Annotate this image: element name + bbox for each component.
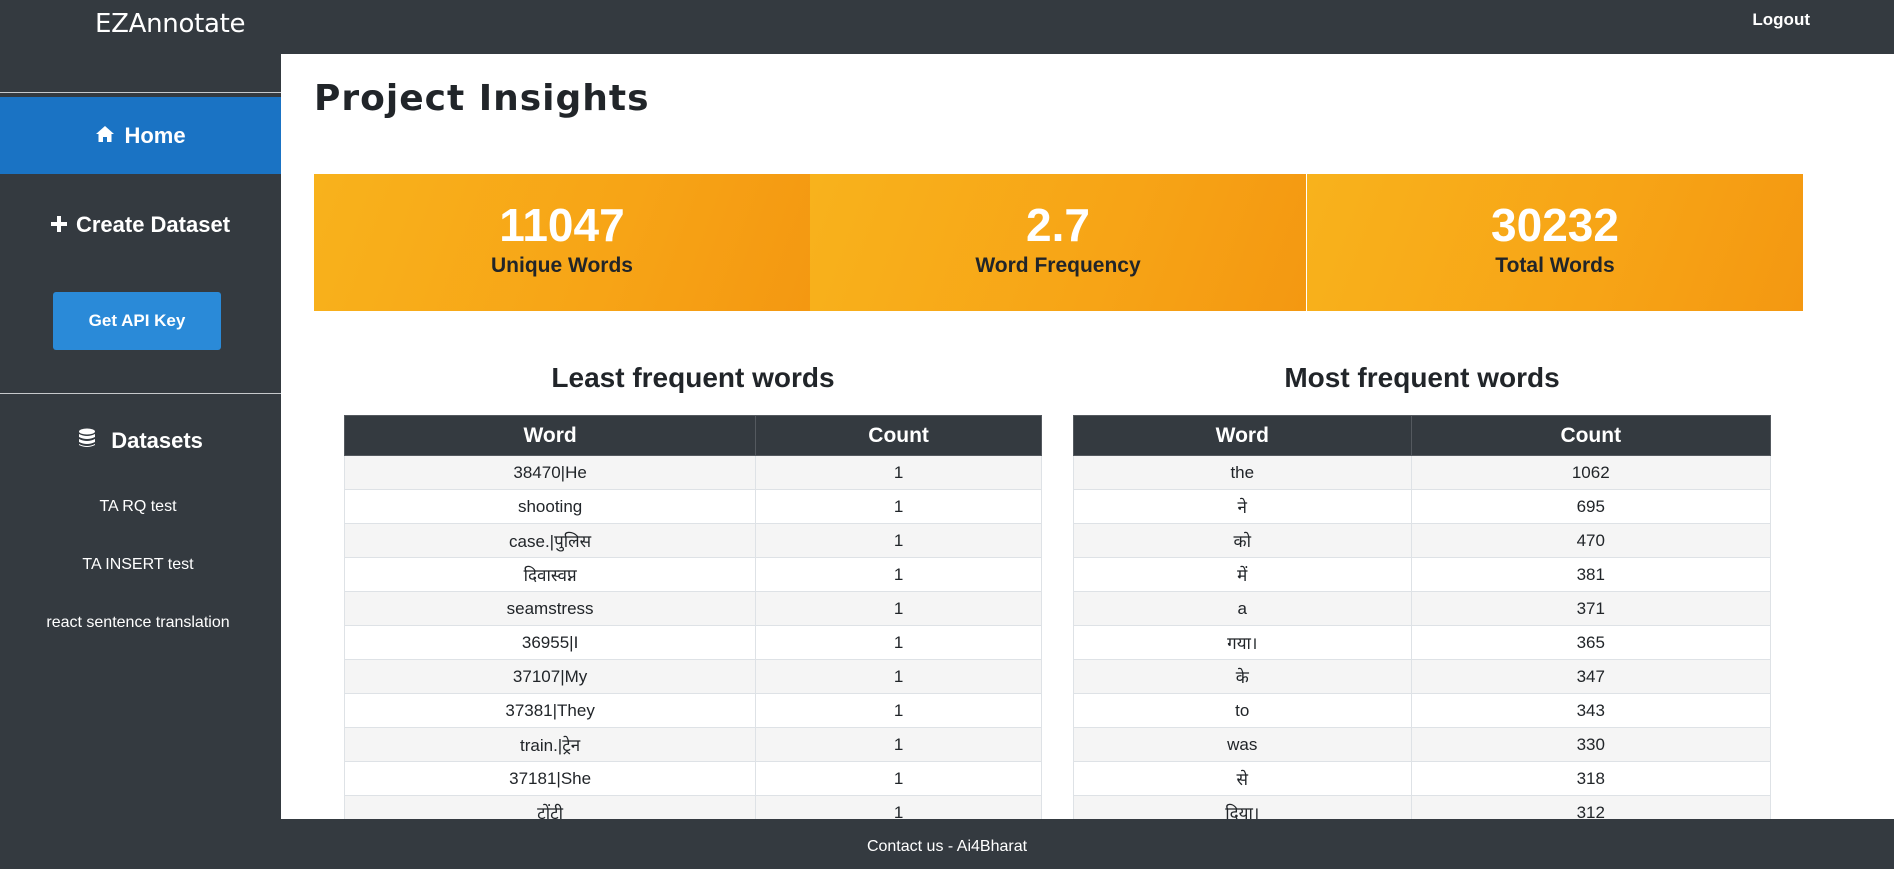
least-frequent-table: Word Count 38470|He 1 shooting 1 case.|पुलिस… [343,415,1042,830]
table-row: गया। 365 [1073,625,1772,660]
word-cell: 38470|He [343,455,757,490]
count-cell: 1 [755,693,1042,728]
contact-link[interactable]: Contact us - Ai4Bharat [867,838,1027,855]
plus-icon [50,212,67,238]
word-cell: को [1073,523,1412,558]
database-icon [78,428,96,454]
sidebar-item-label: Create Dataset [75,212,231,237]
sidebar-divider [0,92,281,93]
table-row: से 318 [1073,761,1772,796]
sidebar: Home Create Dataset Get API Key Datasets… [0,54,281,819]
most-frequent-table: Word Count the 1062 ने 695 को 470 में 381 a 371 गय… [1073,415,1772,830]
word-cell: में [1073,557,1412,592]
dataset-link[interactable]: TA INSERT test [0,556,276,574]
most-frequent-title: Most frequent words [1284,362,1560,393]
count-cell: 318 [1410,761,1772,796]
table-row: को 470 [1073,523,1772,558]
column-header-word: Word [1073,415,1412,456]
stat-label: Total Words [1495,254,1615,277]
table-row: में 381 [1073,557,1772,592]
datasets-heading: Datasets [0,428,281,454]
sidebar-item-create-dataset[interactable]: Create Dataset [0,204,281,246]
logout-link[interactable]: Logout [1752,10,1810,30]
count-cell: 1 [755,591,1042,626]
word-cell: ने [1073,489,1412,524]
count-cell: 1 [755,727,1042,762]
home-icon [95,123,115,149]
count-cell: 695 [1410,489,1772,524]
stat-value: 2.7 [1026,199,1090,251]
table-row: 36955|I 1 [343,625,1042,660]
sidebar-divider [0,393,281,394]
word-cell: train.|ट्रेन [343,727,757,762]
table-row: case.|पुलिस 1 [343,523,1042,558]
word-cell: से [1073,761,1412,796]
column-header-count: Count [755,415,1042,456]
word-cell: के [1073,659,1412,694]
table-row: 37107|My 1 [343,659,1042,694]
least-frequent-title: Least frequent words [551,362,835,393]
column-header-count: Count [1410,415,1772,456]
sidebar-item-label: Home [124,122,186,148]
word-cell: गया। [1073,625,1412,660]
table-row: a 371 [1073,591,1772,626]
count-cell: 347 [1410,659,1772,694]
stat-label: Unique Words [491,254,633,277]
count-cell: 343 [1410,693,1772,728]
table-row: was 330 [1073,727,1772,762]
count-cell: 1 [755,625,1042,660]
word-cell: to [1073,693,1412,728]
dataset-link[interactable]: react sentence translation [0,614,276,632]
table-row: के 347 [1073,659,1772,694]
table-row: the 1062 [1073,455,1772,490]
count-cell: 470 [1410,523,1772,558]
count-cell: 371 [1410,591,1772,626]
count-cell: 1 [755,489,1042,524]
stat-label: Word Frequency [975,254,1141,277]
datasets-label: Datasets [111,428,203,453]
word-cell: 37107|My [343,659,757,694]
footer: Contact us - Ai4Bharat [0,819,1894,869]
table-row: दिवास्वप्न 1 [343,557,1042,592]
table-row: to 343 [1073,693,1772,728]
word-cell: shooting [343,489,757,524]
table-row: seamstress 1 [343,591,1042,626]
count-cell: 381 [1410,557,1772,592]
word-cell: 37181|She [343,761,757,796]
page-title: Project Insights [314,78,650,119]
count-cell: 1 [755,455,1042,490]
table-row: 37381|They 1 [343,693,1042,728]
count-cell: 1 [755,659,1042,694]
dataset-link[interactable]: TA RQ test [0,498,276,516]
word-cell: was [1073,727,1412,762]
word-cell: दिवास्वप्न [343,557,757,592]
count-cell: 330 [1410,727,1772,762]
word-cell: 37381|They [343,693,757,728]
count-cell: 1 [755,523,1042,558]
word-cell: a [1073,591,1412,626]
stat-card-total-words: 30232 Total Words [1307,174,1803,311]
sidebar-item-home[interactable]: Home [0,97,281,174]
table-row: train.|ट्रेन 1 [343,727,1042,762]
top-navbar: EZAnnotate Logout [0,0,1894,54]
stat-card-word-frequency: 2.7 Word Frequency [810,174,1306,311]
word-cell: seamstress [343,591,757,626]
table-row: 38470|He 1 [343,455,1042,490]
stat-value: 11047 [499,199,625,251]
word-cell: 36955|I [343,625,757,660]
count-cell: 1062 [1410,455,1772,490]
get-api-key-button[interactable]: Get API Key [53,292,221,350]
word-cell: case.|पुलिस [343,523,757,558]
word-cell: the [1073,455,1412,490]
stat-value: 30232 [1491,199,1619,251]
count-cell: 1 [755,557,1042,592]
table-row: 37181|She 1 [343,761,1042,796]
count-cell: 365 [1410,625,1772,660]
count-cell: 1 [755,761,1042,796]
table-row: shooting 1 [343,489,1042,524]
table-row: ने 695 [1073,489,1772,524]
stat-card-unique-words: 11047 Unique Words [314,174,810,311]
column-header-word: Word [343,415,757,456]
app-brand[interactable]: EZAnnotate [95,9,246,39]
